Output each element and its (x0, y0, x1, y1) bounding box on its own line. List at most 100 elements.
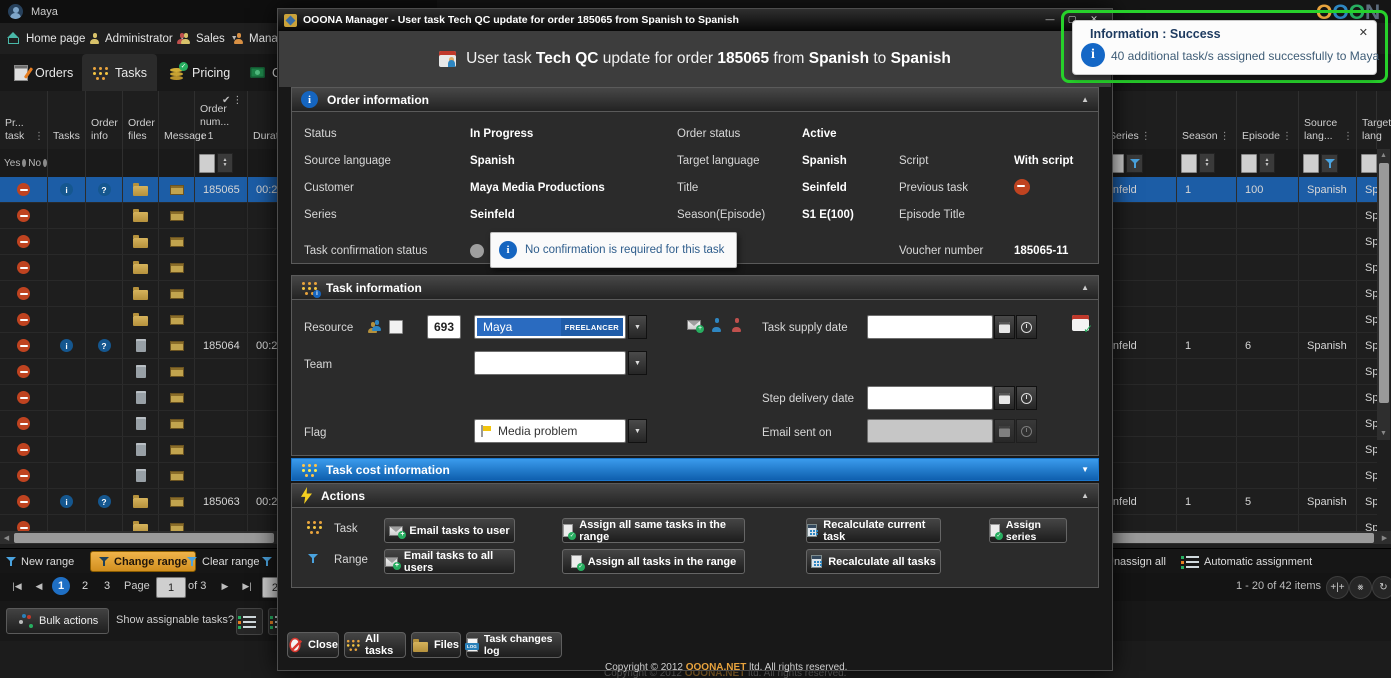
table-row[interactable]: Spanish (1095, 255, 1377, 281)
order-info-icon[interactable]: ? (98, 339, 111, 352)
task-information-header[interactable]: Task information ▲ (291, 275, 1099, 300)
tasks-info-icon[interactable]: i (60, 495, 73, 508)
message-icon[interactable] (170, 263, 184, 273)
col-header-source-lang[interactable]: Source lang...⋮ (1299, 91, 1357, 149)
resize-columns-icon[interactable]: +|+ (1326, 576, 1349, 599)
col-header-target-lang[interactable]: Target lang (1357, 91, 1377, 149)
col-header-duration[interactable]: Duration (248, 91, 277, 149)
season-filter-input[interactable] (1181, 154, 1197, 173)
column-tools-icons[interactable]: ✔⋮ (222, 95, 244, 106)
recalculate-all-button[interactable]: Recalculate all tasks (806, 549, 941, 574)
message-icon[interactable] (170, 419, 184, 429)
team-dropdown-icon[interactable] (628, 351, 647, 375)
resource-user2-icon[interactable] (732, 318, 743, 332)
table-row[interactable] (0, 437, 277, 463)
resource-user-icon[interactable] (712, 318, 723, 332)
order-files-icon[interactable] (136, 339, 146, 352)
previous-task-icon[interactable] (17, 443, 30, 456)
previous-task-icon[interactable] (17, 391, 30, 404)
previous-task-icon[interactable] (17, 417, 30, 430)
task-changes-log-button[interactable]: Task changes log (466, 632, 562, 658)
table-row[interactable] (0, 463, 277, 489)
email-resource-icon[interactable] (687, 320, 701, 330)
scroll-down-icon[interactable]: ▼ (1377, 427, 1390, 440)
message-icon[interactable] (170, 471, 184, 481)
table-row[interactable]: Spanish (1095, 463, 1377, 489)
order-information-header[interactable]: i Order information ▲ (291, 87, 1099, 112)
column-menu-icon[interactable]: ⋮ (1220, 131, 1230, 144)
message-icon[interactable] (170, 367, 184, 377)
order-files-icon[interactable] (133, 498, 148, 508)
previous-task-icon[interactable] (17, 339, 30, 352)
table-row[interactable]: i ? 185064 00:2 (0, 333, 277, 359)
table-row[interactable]: i ? 185065 00:2 (0, 177, 277, 203)
column-menu-icon[interactable]: ⋮ (34, 131, 44, 144)
order-files-icon[interactable] (136, 391, 146, 404)
resource-combobox[interactable]: Maya FREELANCER (474, 315, 626, 339)
message-icon[interactable] (170, 341, 184, 351)
supply-clock-icon[interactable] (1016, 315, 1037, 339)
order-files-icon[interactable] (136, 365, 146, 378)
change-range-button[interactable]: Change range (90, 551, 196, 572)
collapse-down-icon[interactable]: ▼ (1081, 465, 1089, 474)
previous-task-icon[interactable] (17, 261, 30, 274)
col-header-order-files[interactable]: Order files (123, 91, 159, 149)
assignable-calendar-icon[interactable] (1072, 315, 1089, 331)
vertical-scrollbar[interactable]: ▲ ▼ (1377, 149, 1390, 440)
message-icon[interactable] (170, 445, 184, 455)
collapse-up-icon[interactable]: ▲ (1081, 491, 1089, 500)
tab-pricing[interactable]: Pricing (160, 54, 240, 91)
col-header-series[interactable]: Series⋮ (1104, 91, 1177, 149)
order-files-icon[interactable] (133, 186, 148, 196)
refresh-icon[interactable]: ↻ (1372, 576, 1391, 599)
order-files-icon[interactable] (136, 443, 146, 456)
email-tasks-all-button[interactable]: Email tasks to all users (384, 549, 515, 574)
table-row[interactable] (0, 255, 277, 281)
page-1[interactable]: 1 (52, 577, 70, 595)
yes-radio[interactable] (22, 159, 26, 167)
previous-task-icon[interactable] (17, 287, 30, 300)
resource-dropdown-icon[interactable] (628, 315, 647, 339)
first-page-icon[interactable]: |◀ (8, 577, 26, 595)
flag-dropdown-icon[interactable] (628, 419, 647, 443)
notification-close-icon[interactable]: ✕ (1359, 26, 1368, 39)
message-icon[interactable] (170, 497, 184, 507)
message-icon[interactable] (170, 315, 184, 325)
previous-task-icon[interactable] (17, 365, 30, 378)
page-input[interactable] (156, 577, 186, 598)
season-spinner[interactable]: ▲▼ (1199, 153, 1215, 173)
nav-home[interactable]: Home page (7, 23, 85, 54)
order-files-icon[interactable] (136, 417, 146, 430)
view-mode-1-button[interactable] (236, 608, 263, 635)
order-info-icon[interactable]: ? (98, 495, 111, 508)
clear-filter-icon[interactable]: ⨳ (1349, 576, 1372, 599)
col-header-order-info[interactable]: Order info (86, 91, 123, 149)
step-calendar-icon[interactable] (994, 386, 1015, 410)
col-header-episode[interactable]: Episode⋮ (1237, 91, 1299, 149)
order-files-icon[interactable] (133, 316, 148, 326)
table-row[interactable]: Seinfeld 1 5 Spanish Spanish (1095, 489, 1377, 515)
new-range-button[interactable]: New range (6, 549, 74, 574)
horizontal-scrollbar[interactable]: ▶ (1104, 531, 1391, 544)
page-2[interactable]: 2 (76, 577, 94, 595)
source-filter-input[interactable] (1303, 154, 1319, 173)
no-radio[interactable] (43, 159, 47, 167)
table-row[interactable]: Spanish (1095, 281, 1377, 307)
next-page-icon[interactable]: ▶ (216, 577, 234, 595)
column-menu-icon[interactable]: ⋮ (1141, 131, 1151, 144)
team-combobox[interactable] (474, 351, 626, 375)
modal-title-bar[interactable]: OOONA Manager - User task Tech QC update… (278, 9, 1112, 31)
email-tasks-user-button[interactable]: Email tasks to user (384, 518, 515, 543)
close-button[interactable]: Close (287, 632, 339, 658)
table-row[interactable] (0, 203, 277, 229)
tasks-info-icon[interactable]: i (60, 339, 73, 352)
table-row[interactable] (0, 385, 277, 411)
tasks-info-icon[interactable]: i (60, 183, 73, 196)
table-row[interactable]: i ? 185063 00:2 (0, 489, 277, 515)
episode-filter-input[interactable] (1241, 154, 1257, 173)
table-row[interactable] (0, 359, 277, 385)
table-row[interactable]: Seinfeld 1 100 Spanish Spanish (1095, 177, 1377, 203)
order-files-icon[interactable] (133, 238, 148, 248)
clear-range-button[interactable]: Clear range (187, 549, 259, 574)
table-row[interactable]: Spanish (1095, 411, 1377, 437)
